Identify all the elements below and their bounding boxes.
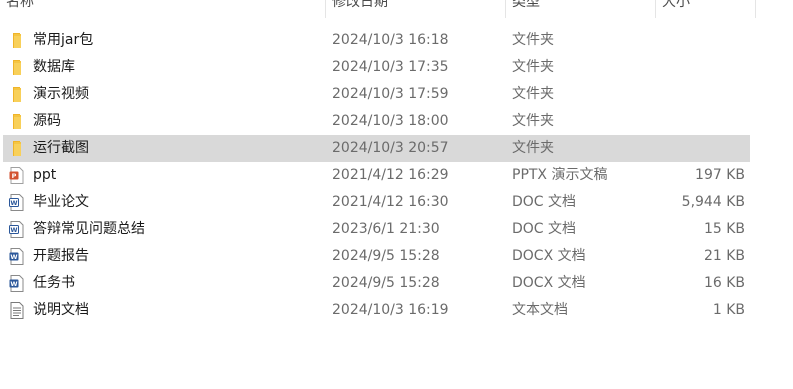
file-type: DOC 文档 — [512, 221, 577, 237]
file-date-modified: 2024/10/3 16:18 — [332, 32, 449, 48]
file-name: 答辩常见问题总结 — [33, 221, 145, 237]
file-row[interactable]: W 开题报告 2024/9/5 15:28 DOCX 文档 21 KB — [3, 243, 750, 270]
file-name: ppt — [33, 167, 57, 183]
file-name: 运行截图 — [33, 140, 89, 156]
file-type: 文件夹 — [512, 32, 554, 48]
file-date-modified: 2024/10/3 17:59 — [332, 86, 449, 102]
file-name: 源码 — [33, 113, 61, 129]
file-type: PPTX 演示文稿 — [512, 167, 608, 183]
docx-icon: W — [9, 275, 25, 292]
file-type: 文件夹 — [512, 140, 554, 156]
svg-text:W: W — [10, 199, 17, 207]
file-type: 文件夹 — [512, 86, 554, 102]
column-header-name[interactable]: 名称 — [0, 0, 326, 18]
file-size: 21 KB — [703, 248, 745, 264]
docx-icon: W — [9, 248, 25, 265]
file-date-modified: 2024/9/5 15:28 — [332, 275, 440, 291]
file-date-modified: 2024/10/3 18:00 — [332, 113, 449, 129]
file-date-modified: 2021/4/12 16:30 — [332, 194, 449, 210]
svg-text:P: P — [12, 172, 17, 180]
svg-text:W: W — [10, 253, 17, 261]
folder-icon — [9, 140, 25, 157]
column-header-type[interactable]: 类型 — [506, 0, 656, 18]
doc-icon: W — [9, 194, 25, 211]
file-type: DOC 文档 — [512, 194, 577, 210]
file-row[interactable]: 源码 2024/10/3 18:00 文件夹 — [3, 108, 750, 135]
file-list: 常用jar包 2024/10/3 16:18 文件夹 数据库 2024/10/3 17:… — [3, 27, 750, 324]
folder-icon — [9, 32, 25, 49]
file-date-modified: 2024/10/3 17:35 — [332, 59, 449, 75]
file-row[interactable]: 演示视频 2024/10/3 17:59 文件夹 — [3, 81, 750, 108]
file-size: 5,944 KB — [681, 194, 745, 210]
file-row[interactable]: W 答辩常见问题总结 2023/6/1 21:30 DOC 文档 15 KB — [3, 216, 750, 243]
file-row[interactable]: W 毕业论文 2021/4/12 16:30 DOC 文档 5,944 KB — [3, 189, 750, 216]
file-date-modified: 2024/9/5 15:28 — [332, 248, 440, 264]
file-name: 任务书 — [33, 275, 75, 291]
folder-icon — [9, 59, 25, 76]
file-size: 16 KB — [703, 275, 745, 291]
file-name: 说明文档 — [33, 302, 89, 318]
file-row[interactable]: 说明文档 2024/10/3 16:19 文本文档 1 KB — [3, 297, 750, 324]
file-date-modified: 2021/4/12 16:29 — [332, 167, 449, 183]
file-date-modified: 2024/10/3 16:19 — [332, 302, 449, 318]
file-size: 197 KB — [695, 167, 745, 183]
file-type: 文件夹 — [512, 59, 554, 75]
file-type: 文件夹 — [512, 113, 554, 129]
column-header-bar: 名称 修改日期 类型 大小 — [0, 0, 756, 18]
file-type: DOCX 文档 — [512, 275, 586, 291]
file-name: 数据库 — [33, 59, 75, 75]
file-date-modified: 2023/6/1 21:30 — [332, 221, 440, 237]
file-size: 1 KB — [712, 302, 745, 318]
file-type: DOCX 文档 — [512, 248, 586, 264]
doc-icon: W — [9, 221, 25, 238]
file-name: 毕业论文 — [33, 194, 89, 210]
file-size: 15 KB — [703, 221, 745, 237]
folder-icon — [9, 86, 25, 103]
file-date-modified: 2024/10/3 20:57 — [332, 140, 449, 156]
svg-text:W: W — [10, 280, 17, 288]
file-type: 文本文档 — [512, 302, 568, 318]
file-row[interactable]: 常用jar包 2024/10/3 16:18 文件夹 — [3, 27, 750, 54]
folder-icon — [9, 113, 25, 130]
column-header-size[interactable]: 大小 — [656, 0, 756, 18]
file-row[interactable]: 数据库 2024/10/3 17:35 文件夹 — [3, 54, 750, 81]
file-row[interactable]: W 任务书 2024/9/5 15:28 DOCX 文档 16 KB — [3, 270, 750, 297]
file-row[interactable]: Pppt 2021/4/12 16:29 PPTX 演示文稿 197 KB — [3, 162, 750, 189]
file-name: 开题报告 — [33, 248, 89, 264]
file-explorer: 名称 修改日期 类型 大小 常用jar包 2024/10/3 16:18 文件夹 数据… — [0, 0, 793, 389]
file-row[interactable]: 运行截图 2024/10/3 20:57 文件夹 — [3, 135, 750, 162]
pptx-icon: P — [9, 167, 25, 184]
text-file-icon — [9, 302, 25, 319]
file-name: 常用jar包 — [33, 32, 94, 48]
column-header-date-modified[interactable]: 修改日期 — [326, 0, 506, 18]
svg-text:W: W — [10, 226, 17, 234]
file-name: 演示视频 — [33, 86, 89, 102]
